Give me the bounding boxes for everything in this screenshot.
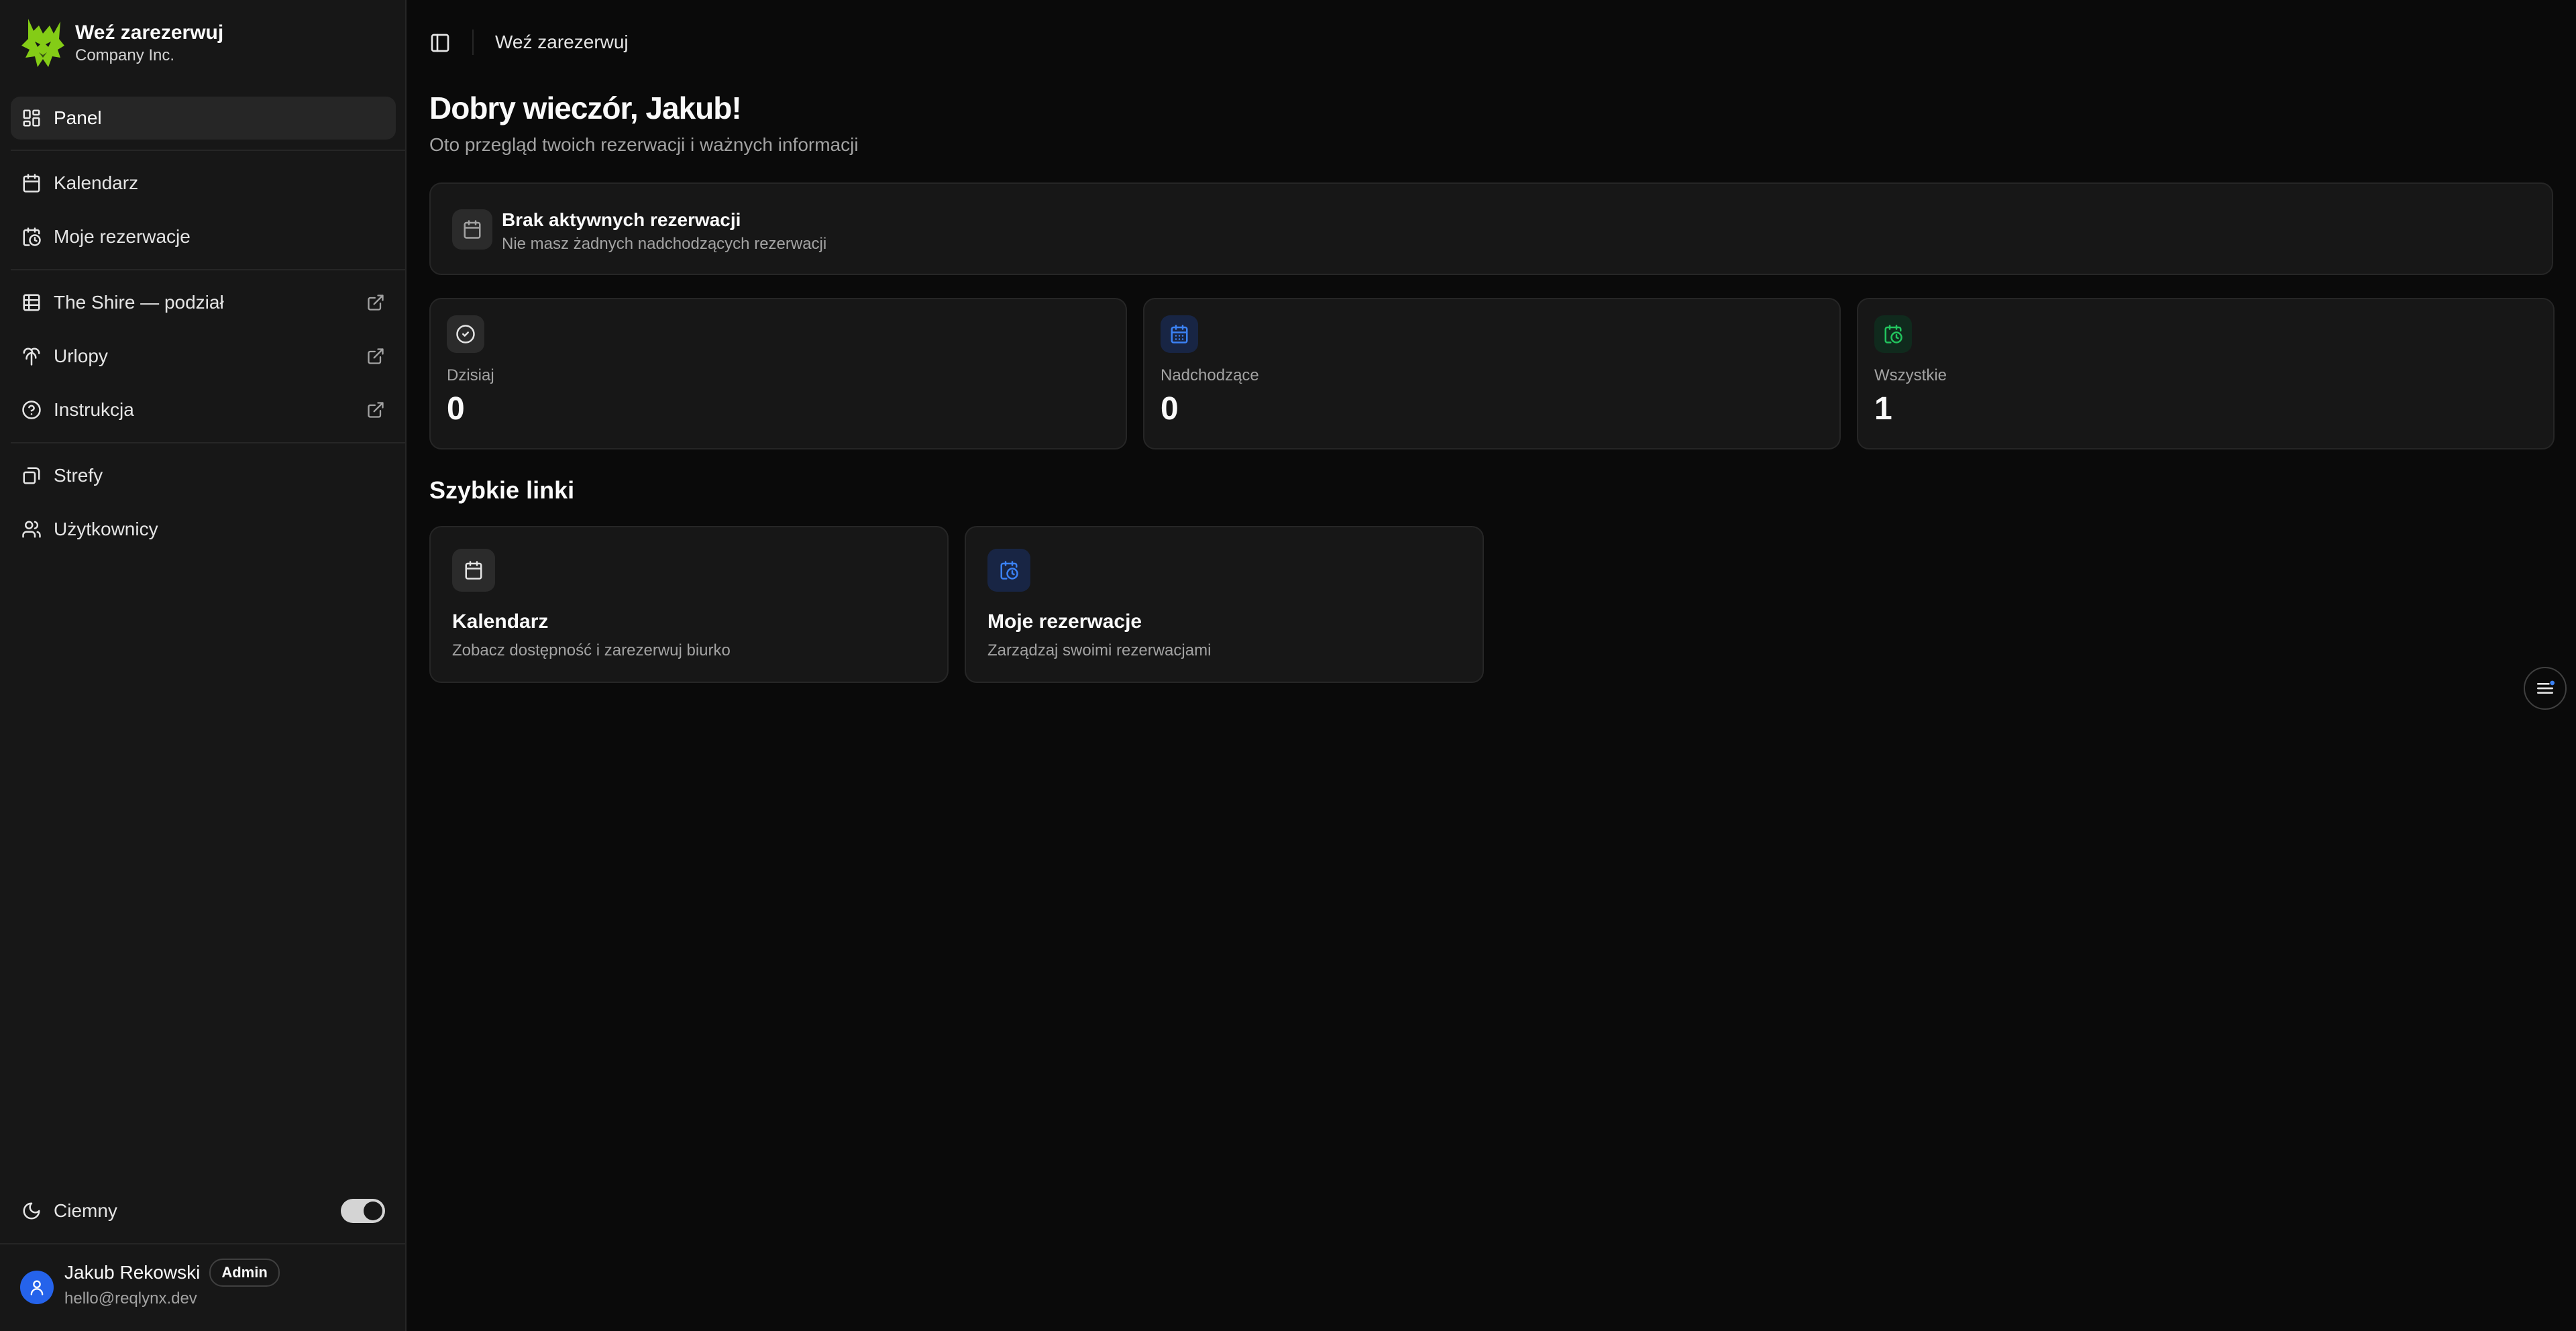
quick-link-icon-box — [987, 549, 1030, 592]
users-icon — [21, 519, 42, 539]
dark-mode-switch[interactable] — [341, 1199, 385, 1223]
avatar — [20, 1271, 54, 1304]
sidebar-item-label: The Shire — podział — [54, 292, 224, 313]
sidebar-item-label: Urlopy — [54, 345, 108, 366]
help-circle-icon — [21, 400, 42, 420]
stat-card-all: Wszystkie 1 — [1857, 298, 2555, 449]
stat-card-upcoming: Nadchodzące 0 — [1143, 298, 1841, 449]
quick-link-my-reservations[interactable]: Moje rezerwacje Zarządzaj swoimi rezerwa… — [965, 526, 1484, 683]
calendar-days-icon — [1171, 325, 1188, 343]
user-profile[interactable]: Jakub Rekowski Admin hello@reqlynx.dev — [20, 1259, 280, 1308]
sidebar-item-my-reservations[interactable]: Moje rezerwacje — [11, 215, 396, 258]
sidebar-item-label: Użytkownicy — [54, 519, 158, 539]
quick-link-calendar[interactable]: Kalendarz Zobacz dostępność i zarezerwuj… — [429, 526, 949, 683]
external-link-icon — [368, 348, 384, 364]
sidebar-item-label: Kalendarz — [54, 172, 139, 193]
sidebar-toggle-icon[interactable] — [429, 32, 451, 54]
breadcrumb: Weź zarezerwuj — [495, 32, 629, 52]
main-content: Weź zarezerwuj Dobry wieczór, Jakub! Oto… — [407, 0, 2576, 1331]
user-name: Jakub Rekowski — [64, 1262, 201, 1283]
quick-link-title: Moje rezerwacje — [987, 610, 1142, 633]
lynx-logo-icon — [21, 19, 64, 67]
floating-menu-button[interactable] — [2524, 667, 2567, 710]
quick-link-text: Zobacz dostępność i zarezerwuj biurko — [452, 641, 731, 659]
alert-icon-box — [452, 209, 492, 250]
stat-value: 0 — [1161, 391, 1179, 427]
sidebar-divider — [11, 150, 407, 151]
sidebar-divider — [0, 1243, 407, 1244]
stat-icon-box — [1874, 315, 1912, 353]
calendar-clock-icon — [21, 227, 42, 247]
calendar-clock-icon — [1884, 325, 1902, 343]
check-circle-icon — [456, 325, 475, 343]
user-icon — [30, 1280, 44, 1295]
sidebar: Weź zarezerwuj Company Inc. Panel Kalend… — [0, 0, 407, 1331]
stat-card-today: Dzisiaj 0 — [429, 298, 1127, 449]
external-link-icon — [368, 295, 384, 311]
stat-icon-box — [1161, 315, 1198, 353]
sidebar-item-the-shire[interactable]: The Shire — podział — [11, 281, 396, 324]
brand[interactable]: Weź zarezerwuj Company Inc. — [19, 16, 223, 70]
sidebar-item-vacations[interactable]: Urlopy — [11, 335, 396, 378]
calendar-icon — [464, 220, 481, 239]
header-divider — [472, 30, 474, 55]
sidebar-item-calendar[interactable]: Kalendarz — [11, 162, 396, 205]
calendar-icon — [465, 561, 482, 580]
stat-icon-box — [447, 315, 484, 353]
stat-label: Dzisiaj — [447, 366, 494, 384]
theme-label: Ciemny — [54, 1200, 117, 1221]
quick-link-text: Zarządzaj swoimi rezerwacjami — [987, 641, 1212, 659]
user-email: hello@reqlynx.dev — [64, 1289, 197, 1308]
stat-label: Wszystkie — [1874, 366, 1947, 384]
moon-icon — [23, 1202, 40, 1220]
brand-company: Company Inc. — [75, 46, 175, 64]
sidebar-item-instructions[interactable]: Instrukcja — [11, 388, 396, 431]
alert-title: Brak aktywnych rezerwacji — [502, 209, 741, 230]
stat-value: 1 — [1874, 391, 1892, 427]
stat-value: 0 — [447, 391, 465, 427]
no-reservations-alert: Brak aktywnych rezerwacji Nie masz żadny… — [429, 182, 2553, 275]
palm-tree-icon — [21, 346, 42, 366]
page-subtitle: Oto przegląd twoich rezerwacji i ważnych… — [429, 134, 859, 155]
brand-name: Weź zarezerwuj — [75, 21, 224, 44]
dashboard-icon — [21, 108, 42, 128]
zones-icon — [21, 466, 42, 486]
sidebar-divider — [11, 442, 407, 443]
menu-notification-icon — [2537, 680, 2555, 694]
sidebar-item-label: Instrukcja — [54, 399, 134, 420]
app-root: Weź zarezerwuj Company Inc. Panel Kalend… — [0, 0, 2576, 1331]
sidebar-item-panel[interactable]: Panel — [11, 97, 396, 140]
calendar-icon — [21, 173, 42, 193]
table-grid-icon — [21, 292, 42, 313]
alert-text: Nie masz żadnych nadchodzących rezerwacj… — [502, 235, 827, 253]
sidebar-item-users[interactable]: Użytkownicy — [11, 508, 396, 551]
sidebar-item-zones[interactable]: Strefy — [11, 454, 396, 497]
stat-label: Nadchodzące — [1161, 366, 1259, 384]
calendar-clock-icon — [1000, 561, 1018, 580]
sidebar-item-label: Strefy — [54, 465, 103, 486]
role-badge: Admin — [209, 1259, 280, 1287]
theme-toggle-row[interactable]: Ciemny — [11, 1189, 396, 1232]
switch-knob — [364, 1202, 382, 1220]
sidebar-item-label: Moje rezerwacje — [54, 226, 191, 247]
quick-link-title: Kalendarz — [452, 610, 549, 633]
quick-links-title: Szybkie linki — [429, 476, 575, 504]
sidebar-divider — [11, 269, 407, 270]
page-title: Dobry wieczór, Jakub! — [429, 91, 742, 125]
external-link-icon — [368, 402, 384, 418]
sidebar-item-label: Panel — [54, 107, 102, 128]
quick-link-icon-box — [452, 549, 495, 592]
